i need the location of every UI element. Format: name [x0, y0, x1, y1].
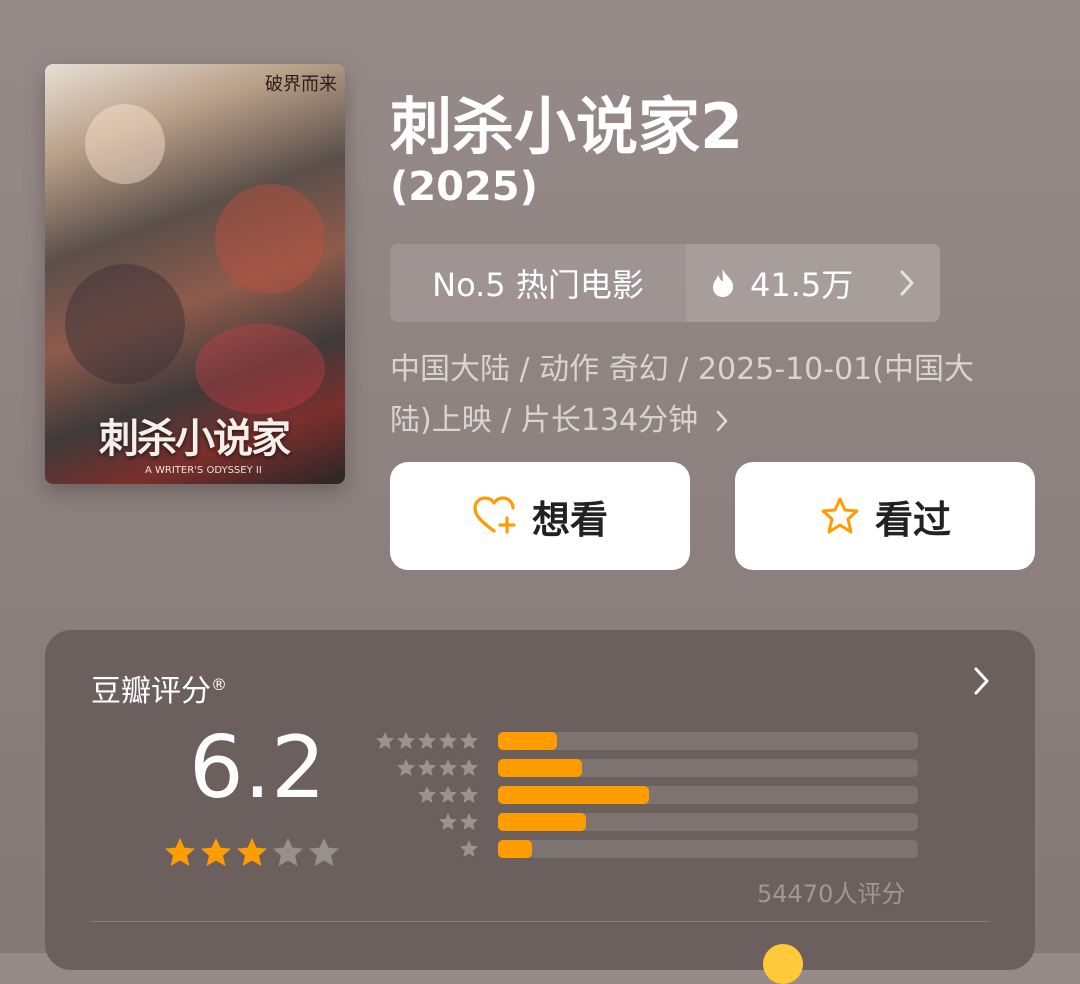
meta-line-1: 中国大陆 / 动作 奇幻 / 2025-10-01(中国大	[390, 352, 974, 387]
chevron-right-icon	[900, 270, 914, 296]
ranking-banner[interactable]: No.5 热门电影 41.5万	[390, 244, 940, 322]
star-gray-icon	[439, 813, 457, 830]
chevron-right-icon	[716, 410, 728, 431]
rating-bar-fill	[498, 840, 532, 858]
registered-mark: ®	[211, 675, 227, 694]
yellow-badge-icon	[763, 944, 803, 984]
rating-title: 豆瓣评分®	[91, 666, 227, 710]
chevron-right-icon[interactable]	[973, 666, 989, 696]
star-empty-icon	[273, 838, 303, 866]
star-gray-icon	[460, 813, 478, 830]
star-gray-icon	[376, 732, 394, 749]
rating-count: 54470人评分	[757, 880, 906, 908]
star-gray-icon	[397, 732, 415, 749]
poster-art	[195, 324, 325, 414]
hot-count: 41.5万	[686, 244, 940, 322]
rating-bar-fill	[498, 813, 587, 831]
poster-art	[215, 184, 325, 294]
row-stars	[375, 731, 479, 750]
star-empty-icon	[309, 838, 339, 866]
star-gray-icon	[439, 732, 457, 749]
rating-bar-fill	[498, 759, 582, 777]
star-gray-icon	[460, 840, 478, 857]
row-stars	[417, 785, 479, 804]
movie-title: 刺杀小说家2	[390, 90, 744, 163]
rating-bar-track	[498, 840, 918, 858]
star-gray-icon	[418, 732, 436, 749]
divider	[91, 921, 989, 922]
poster-subtitle: A WRITER'S ODYSSEY II	[145, 465, 262, 476]
rating-bar-fill	[498, 732, 557, 750]
rating-bar-track	[498, 786, 918, 804]
star-gray-icon	[418, 786, 436, 803]
want-to-watch-button[interactable]: 想看	[390, 462, 690, 570]
movie-year: (2025)	[390, 164, 538, 210]
rating-title-text: 豆瓣评分	[91, 674, 211, 709]
poster-title-art: 刺杀小说家	[99, 415, 291, 462]
star-gray-icon	[397, 759, 415, 776]
rating-bar-track	[498, 759, 918, 777]
poster-art	[85, 104, 165, 184]
star-filled-icon	[237, 838, 267, 866]
want-label: 想看	[531, 497, 608, 542]
flame-icon	[713, 269, 734, 297]
star-gray-icon	[418, 759, 436, 776]
star-filled-icon	[165, 838, 195, 866]
star-gray-icon	[439, 759, 457, 776]
star-gray-icon	[460, 786, 478, 803]
rating-stars	[163, 836, 341, 868]
rating-bar-track	[498, 813, 918, 831]
star-gray-icon	[460, 732, 478, 749]
movie-meta[interactable]: 中国大陆 / 动作 奇幻 / 2025-10-01(中国大 陆)上映 / 片长1…	[390, 344, 1020, 446]
rating-bar-track	[498, 732, 918, 750]
watched-button[interactable]: 看过	[735, 462, 1035, 570]
row-stars	[438, 812, 479, 831]
star-gray-icon	[439, 786, 457, 803]
rating-bar-fill	[498, 786, 650, 804]
row-stars	[459, 839, 479, 858]
heart-plus-icon	[473, 496, 516, 534]
movie-poster[interactable]: 破界而来 刺杀小说家 A WRITER'S ODYSSEY II	[45, 64, 345, 484]
rating-card[interactable]: 豆瓣评分® 6.2 54470人评分	[45, 630, 1035, 970]
star-filled-icon	[201, 838, 231, 866]
star-gray-icon	[460, 759, 478, 776]
poster-art	[65, 264, 185, 384]
hot-count-value: 41.5万	[750, 266, 854, 304]
star-outline-icon	[821, 497, 859, 534]
seen-label: 看过	[874, 497, 951, 542]
row-stars	[396, 758, 479, 777]
meta-line-2: 陆)上映 / 片长134分钟	[390, 403, 699, 438]
poster-tagline: 破界而来	[265, 74, 337, 95]
rating-score: 6.2	[189, 718, 326, 818]
ranking-label: No.5 热门电影	[390, 244, 686, 322]
